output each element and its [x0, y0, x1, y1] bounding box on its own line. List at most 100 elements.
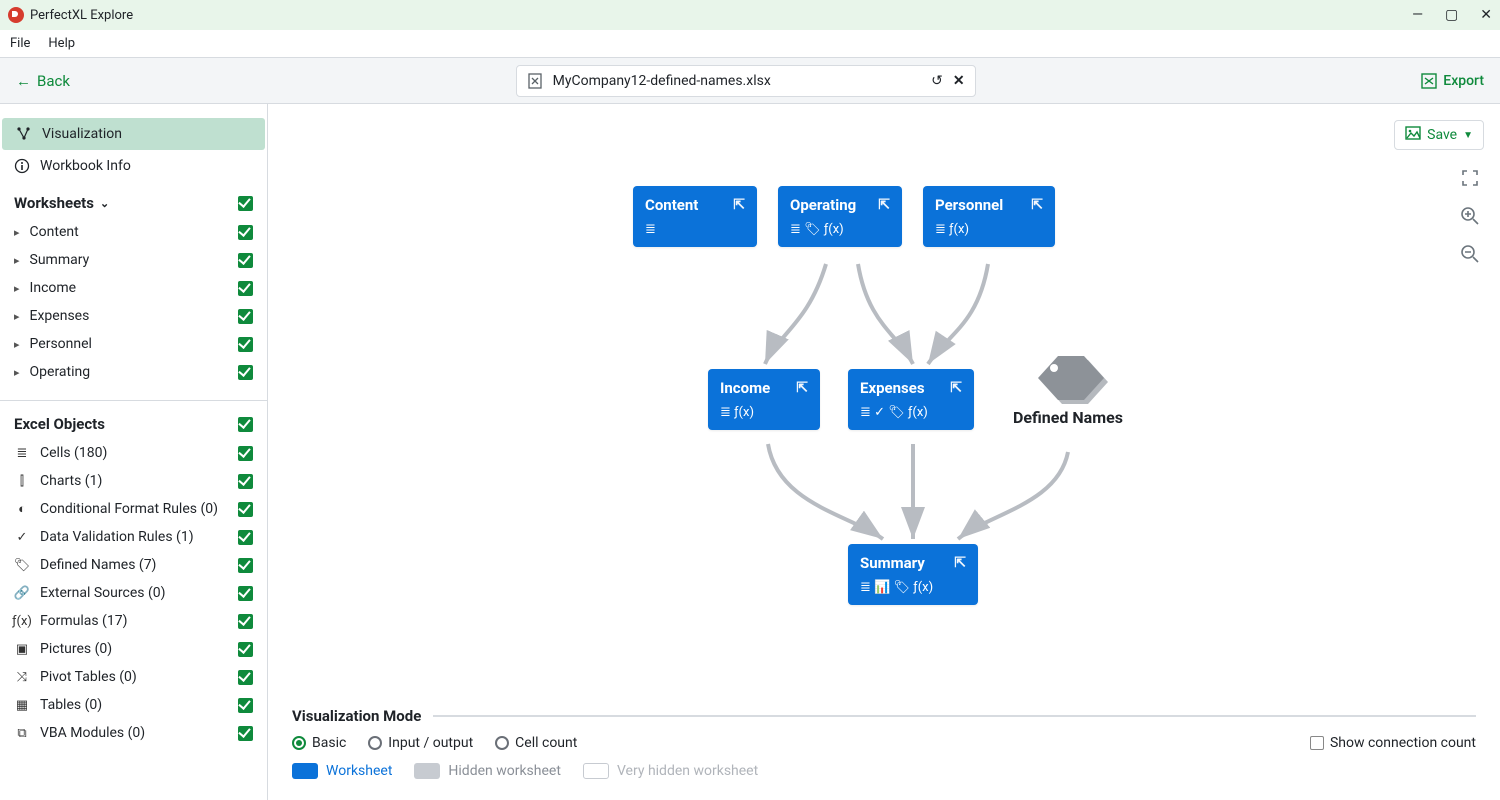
node-expenses-title: Expenses — [860, 379, 925, 397]
excel-object-checkbox[interactable] — [238, 726, 253, 741]
external-link-icon[interactable]: ⇱ — [796, 380, 808, 396]
app-icon — [8, 7, 24, 23]
caret-right-icon: ▸ — [14, 338, 20, 351]
export-button[interactable]: Export — [1421, 73, 1484, 89]
node-operating[interactable]: Operating⇱ ≣ 🏷 ƒ(x) — [778, 186, 902, 247]
worksheet-item[interactable]: ▸Content — [14, 218, 253, 246]
caret-right-icon: ▸ — [14, 254, 20, 267]
back-button[interactable]: ← Back — [16, 72, 70, 90]
worksheet-item[interactable]: ▸Summary — [14, 246, 253, 274]
menubar: File Help — [0, 30, 1500, 58]
excel-object-item[interactable]: ⫿Charts (1) — [14, 467, 253, 495]
menu-file[interactable]: File — [10, 36, 30, 51]
excel-object-checkbox[interactable] — [238, 530, 253, 545]
header-strip: ← Back MyCompany12-defined-names.xlsx ↺ … — [0, 58, 1500, 104]
node-income-icons: ≣ ƒ(x) — [720, 405, 808, 420]
worksheet-item[interactable]: ▸Expenses — [14, 302, 253, 330]
maximize-icon[interactable]: ▢ — [1445, 7, 1458, 23]
node-income[interactable]: Income ⇱ ≣ ƒ(x) — [708, 369, 820, 430]
node-content-title: Content — [645, 196, 698, 214]
picture-icon: ▣ — [14, 641, 30, 657]
excel-object-checkbox[interactable] — [238, 642, 253, 657]
excel-object-item-label: Cells (180) — [40, 445, 107, 461]
node-operating-title: Operating — [790, 196, 856, 214]
worksheet-checkbox[interactable] — [238, 281, 253, 296]
excel-object-item[interactable]: ▦Tables (0) — [14, 691, 253, 719]
worksheet-item-label: Income — [30, 280, 77, 296]
excel-object-item[interactable]: ≣Cells (180) — [14, 439, 253, 467]
excel-object-checkbox[interactable] — [238, 614, 253, 629]
excel-object-item[interactable]: ƒ(x)Formulas (17) — [14, 607, 253, 635]
close-file-icon[interactable]: ✕ — [953, 73, 965, 89]
nav-visualization[interactable]: Visualization — [2, 118, 265, 150]
external-link-icon[interactable]: ⇱ — [878, 197, 890, 213]
worksheet-item-label: Expenses — [30, 308, 90, 324]
excel-object-checkbox[interactable] — [238, 502, 253, 517]
excel-objects-header[interactable]: Excel Objects — [14, 415, 253, 433]
excel-object-item[interactable]: 🔗 External Sources (0) — [14, 579, 253, 607]
mode-io[interactable]: Input / output — [368, 735, 473, 751]
tag-icon: 🏷 — [14, 557, 30, 573]
worksheet-checkbox[interactable] — [238, 225, 253, 240]
show-connection-count[interactable]: Show connection count — [1310, 735, 1476, 751]
worksheet-checkbox[interactable] — [238, 365, 253, 380]
node-expenses[interactable]: Expenses ⇱ ≣ ✓ 🏷 ƒ(x) — [848, 369, 974, 430]
worksheet-item[interactable]: ▸ Income — [14, 274, 253, 302]
nav-workbook-info-label: Workbook Info — [40, 158, 131, 174]
mode-basic[interactable]: Basic — [292, 735, 346, 751]
worksheet-item[interactable]: ▸Personnel — [14, 330, 253, 358]
excel-object-item-label: External Sources (0) — [40, 585, 166, 601]
checkbox-empty-icon — [1310, 736, 1324, 750]
node-expenses-icons: ≣ ✓ 🏷 ƒ(x) — [860, 405, 962, 420]
node-income-title: Income — [720, 379, 770, 397]
worksheets-header[interactable]: Worksheets ⌄ — [14, 194, 253, 212]
excel-object-item[interactable]: ⤨Pivot Tables (0) — [14, 663, 253, 691]
minimize-icon[interactable]: — — [1412, 7, 1423, 23]
worksheet-checkbox[interactable] — [238, 337, 253, 352]
nav-workbook-info[interactable]: Workbook Info — [0, 150, 267, 182]
canvas[interactable]: Save ▼ — [268, 104, 1500, 800]
validation-icon: ✓ — [14, 529, 30, 545]
external-link-icon[interactable]: ⇱ — [954, 555, 966, 571]
excel-object-item-label: Data Validation Rules (1) — [40, 529, 194, 545]
mode-cellcount[interactable]: Cell count — [495, 735, 577, 751]
defined-names-node[interactable]: Defined Names — [1013, 352, 1123, 427]
menu-help[interactable]: Help — [48, 36, 75, 51]
undo-icon[interactable]: ↺ — [931, 73, 943, 89]
legend-hidden: Hidden worksheet — [414, 763, 561, 779]
excel-object-item[interactable]: ✓ Data Validation Rules (1) — [14, 523, 253, 551]
excel-object-checkbox[interactable] — [238, 446, 253, 461]
worksheets-toggle-all[interactable] — [238, 196, 253, 211]
worksheet-item-label: Operating — [30, 364, 91, 380]
excel-object-checkbox[interactable] — [238, 698, 253, 713]
excel-object-checkbox[interactable] — [238, 558, 253, 573]
excel-objects-toggle-all[interactable] — [238, 417, 253, 432]
sidebar: Visualization Workbook Info Worksheets ⌄… — [0, 104, 268, 800]
node-content-icons: ≣ — [645, 222, 745, 237]
excel-object-checkbox[interactable] — [238, 670, 253, 685]
excel-object-item[interactable]: ⧉VBA Modules (0) — [14, 719, 253, 747]
node-summary[interactable]: Summary⇱ ≣ 📊 🏷 ƒ(x) — [848, 544, 978, 605]
worksheet-checkbox[interactable] — [238, 309, 253, 324]
excel-object-item-label: Charts (1) — [40, 473, 102, 489]
worksheet-checkbox[interactable] — [238, 253, 253, 268]
excel-object-item[interactable]: ◐Conditional Format Rules (0) — [14, 495, 253, 523]
external-link-icon[interactable]: ⇱ — [733, 197, 745, 213]
caret-right-icon: ▸ — [14, 282, 20, 295]
worksheet-item[interactable]: ▸Operating — [14, 358, 253, 386]
external-link-icon[interactable]: ⇱ — [950, 380, 962, 396]
close-icon[interactable]: ✕ — [1480, 7, 1492, 23]
excel-object-checkbox[interactable] — [238, 474, 253, 489]
info-icon — [14, 158, 30, 174]
excel-object-item[interactable]: 🏷Defined Names (7) — [14, 551, 253, 579]
excel-object-checkbox[interactable] — [238, 586, 253, 601]
node-personnel[interactable]: Personnel⇱ ≣ ƒ(x) — [923, 186, 1055, 247]
file-box: MyCompany12-defined-names.xlsx ↺ ✕ — [516, 65, 976, 97]
excel-object-item[interactable]: ▣Pictures (0) — [14, 635, 253, 663]
external-link-icon[interactable]: ⇱ — [1031, 197, 1043, 213]
node-content[interactable]: Content ⇱ ≣ — [633, 186, 757, 247]
table-icon: ▦ — [14, 697, 30, 713]
link-icon: 🔗 — [14, 585, 30, 601]
file-name: MyCompany12-defined-names.xlsx — [553, 73, 922, 89]
node-summary-icons: ≣ 📊 🏷 ƒ(x) — [860, 580, 966, 595]
